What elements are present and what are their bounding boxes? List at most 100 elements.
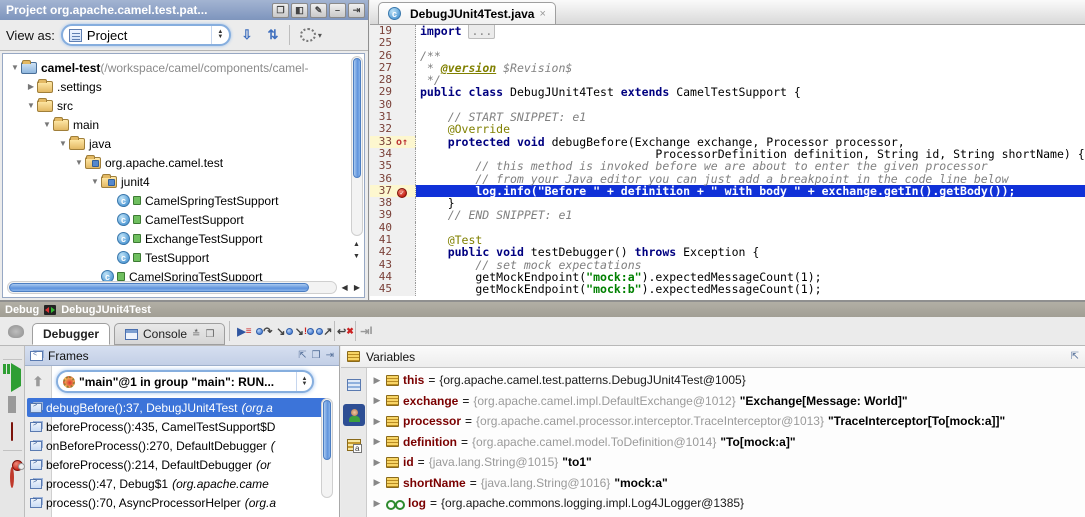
- frame-row[interactable]: process():47, Debug$1 (org.apache.came: [27, 474, 327, 493]
- override-icon[interactable]: o↑: [396, 137, 408, 148]
- frame-row[interactable]: beforeProcess():435, CamelTestSupport$D: [27, 417, 327, 436]
- view-mode-dropdown[interactable]: Project ▲▼: [61, 24, 231, 46]
- code-line-29[interactable]: 29public class DebugJUnit4Test extends C…: [370, 86, 1085, 98]
- variable-row-id[interactable]: ▶id = {java.lang.String@1015}"to1": [368, 452, 1084, 473]
- hide-icon[interactable]: ⇥: [326, 350, 334, 361]
- gutter: 40: [370, 222, 416, 234]
- equals-sign: =: [430, 496, 437, 510]
- export-icon[interactable]: ⇱: [298, 350, 306, 361]
- tree-expander-icon[interactable]: ▼: [9, 63, 21, 72]
- evaluate-expression-icon[interactable]: [343, 374, 365, 396]
- frame-row[interactable]: debugBefore():37, DebugJUnit4Test (org.a: [27, 398, 327, 417]
- stop-icon[interactable]: [11, 423, 13, 441]
- code-line-39[interactable]: 39 // END SNIPPET: e1: [370, 209, 1085, 221]
- variable-row-log[interactable]: ▶log = {org.apache.commons.logging.impl.…: [368, 493, 1084, 514]
- watch-icon[interactable]: [343, 404, 365, 426]
- tree-expander-icon[interactable]: ▼: [73, 158, 85, 167]
- variable-row-definition[interactable]: ▶definition = {org.apache.camel.model.To…: [368, 432, 1084, 453]
- float-console-icon[interactable]: ❒: [205, 329, 214, 340]
- float-icon[interactable]: ❒: [312, 350, 321, 361]
- tree-expander-icon[interactable]: ▼: [57, 139, 69, 148]
- tab-close-icon[interactable]: ×: [539, 8, 545, 20]
- variable-row-processor[interactable]: ▶processor = {org.apache.camel.processor…: [368, 411, 1084, 432]
- frames-list: debugBefore():37, DebugJUnit4Test (org.a…: [27, 398, 327, 517]
- tree-item-TestSupport[interactable]: cTestSupport: [3, 248, 364, 267]
- tree-item-java[interactable]: ▼java: [3, 134, 364, 153]
- tree-item-junit4[interactable]: ▼junit4: [3, 172, 364, 191]
- tab-debugger[interactable]: Debugger: [32, 323, 110, 345]
- expander-icon[interactable]: ▶: [372, 498, 382, 509]
- dock-button[interactable]: ◧: [291, 3, 308, 18]
- breakpoint-icon[interactable]: ✓: [392, 185, 412, 198]
- expander-icon[interactable]: ▶: [372, 395, 382, 406]
- editor-tab[interactable]: c DebugJUnit4Test.java ×: [378, 2, 556, 24]
- variable-row-shortName[interactable]: ▶shortName = {java.lang.String@1016}"moc…: [368, 473, 1084, 494]
- pause-icon[interactable]: [8, 396, 16, 414]
- tree-expander-icon[interactable]: ▶: [25, 82, 37, 91]
- tree-item-.settings[interactable]: ▶.settings: [3, 77, 364, 96]
- code-line-37[interactable]: 37✓ log.info("Before " + definition + " …: [370, 185, 1085, 197]
- collapse-all-icon[interactable]: ⇅: [263, 27, 283, 43]
- variables-view-options-icon[interactable]: [343, 434, 365, 456]
- tree-item-org.apache.camel.test[interactable]: ▼org.apache.camel.test: [3, 153, 364, 172]
- dropdown-stepper-icon[interactable]: ▲▼: [211, 26, 229, 44]
- code-line-19[interactable]: 19import ...: [370, 25, 1085, 37]
- thread-icon: [63, 376, 75, 388]
- code-line-25[interactable]: 25: [370, 37, 1085, 49]
- variable-row-exchange[interactable]: ▶exchange = {org.apache.camel.impl.Defau…: [368, 391, 1084, 412]
- pin-button[interactable]: ✎: [310, 3, 327, 18]
- tab-console[interactable]: Console ≛ ❒: [114, 323, 225, 345]
- project-tree: ▼camel-test (/workspace/camel/components…: [3, 58, 364, 286]
- force-step-into-icon[interactable]: ↘!: [294, 322, 314, 340]
- step-over-icon[interactable]: ↷: [254, 322, 274, 340]
- settings-gear-icon[interactable]: [300, 28, 316, 42]
- show-execution-point-icon[interactable]: ▶≡: [234, 322, 254, 340]
- override-icon[interactable]: o↑: [392, 135, 412, 148]
- code-line-45[interactable]: 45 getMockEndpoint("mock:b").expectedMes…: [370, 283, 1085, 295]
- tree-expander-icon[interactable]: ▼: [25, 101, 37, 110]
- tree-item-main[interactable]: ▼main: [3, 115, 364, 134]
- code-editor[interactable]: 19import ...2526/**27 * @version $Revisi…: [370, 25, 1085, 300]
- tree-expander-icon[interactable]: ▼: [41, 120, 53, 129]
- frame-row[interactable]: onBeforeProcess():270, DefaultDebugger (: [27, 436, 327, 455]
- variable-row-this[interactable]: ▶this = {org.apache.camel.test.patterns.…: [368, 370, 1084, 391]
- stack-frame-icon: [30, 498, 42, 508]
- frame-row[interactable]: beforeProcess():214, DefaultDebugger (or: [27, 455, 327, 474]
- step-out-icon[interactable]: ↗: [314, 322, 334, 340]
- frames-scrollbar[interactable]: [321, 398, 333, 498]
- tree-item-camel-test[interactable]: ▼camel-test (/workspace/camel/components…: [3, 58, 364, 77]
- step-into-icon[interactable]: ↘: [274, 322, 294, 340]
- tree-item-ExchangeTestSupport[interactable]: cExchangeTestSupport: [3, 229, 364, 248]
- mute-breakpoints-icon[interactable]: [10, 469, 14, 487]
- project-panel-header[interactable]: Project org.apache.camel.test.pat... ❒◧✎…: [0, 0, 368, 20]
- frame-row[interactable]: process():70, AsyncProcessorHelper (org.…: [27, 493, 327, 512]
- frame-up-icon[interactable]: ⬆: [33, 374, 44, 390]
- expander-icon[interactable]: ▶: [372, 416, 382, 427]
- debug-title-bar[interactable]: Debug DebugJUnit4Test: [0, 302, 1085, 317]
- export-console-icon[interactable]: ≛: [192, 329, 200, 340]
- tree-vertical-scrollbar[interactable]: [351, 56, 363, 236]
- drop-frame-icon[interactable]: ↩✖: [335, 322, 355, 340]
- code-line-27[interactable]: 27 * @version $Revision$: [370, 62, 1085, 74]
- tree-item-CamelSpringTestSupport[interactable]: cCamelSpringTestSupport: [3, 191, 364, 210]
- run-to-cursor-icon[interactable]: ⇥I: [356, 322, 376, 340]
- expander-icon[interactable]: ▶: [372, 375, 382, 386]
- tree-expander-icon[interactable]: ▼: [89, 177, 101, 186]
- expander-icon[interactable]: ▶: [372, 457, 382, 468]
- minimize-button[interactable]: –: [329, 3, 346, 18]
- thread-dropdown-stepper[interactable]: ▲▼: [296, 372, 312, 391]
- tree-item-src[interactable]: ▼src: [3, 96, 364, 115]
- thread-selector-dropdown[interactable]: "main"@1 in group "main": RUN... ▲▼: [56, 370, 314, 393]
- resume-icon[interactable]: [3, 369, 21, 387]
- float-button[interactable]: ❒: [272, 3, 289, 18]
- breakpoint-icon[interactable]: ✓: [397, 188, 407, 198]
- hide-button[interactable]: ⇥: [348, 3, 365, 18]
- expand-all-icon[interactable]: ⇩: [237, 27, 257, 43]
- tree-scroll-arrows[interactable]: ▲▼: [351, 239, 362, 265]
- expander-icon[interactable]: ▶: [372, 436, 382, 447]
- tree-item-path: (/workspace/camel/components/camel-: [100, 61, 308, 75]
- expander-icon[interactable]: ▶: [372, 477, 382, 488]
- export-icon[interactable]: ⇱: [1071, 351, 1079, 362]
- tree-item-CamelTestSupport[interactable]: cCamelTestSupport: [3, 210, 364, 229]
- tree-horizontal-scrollbar[interactable]: ◀ ▶: [7, 281, 337, 294]
